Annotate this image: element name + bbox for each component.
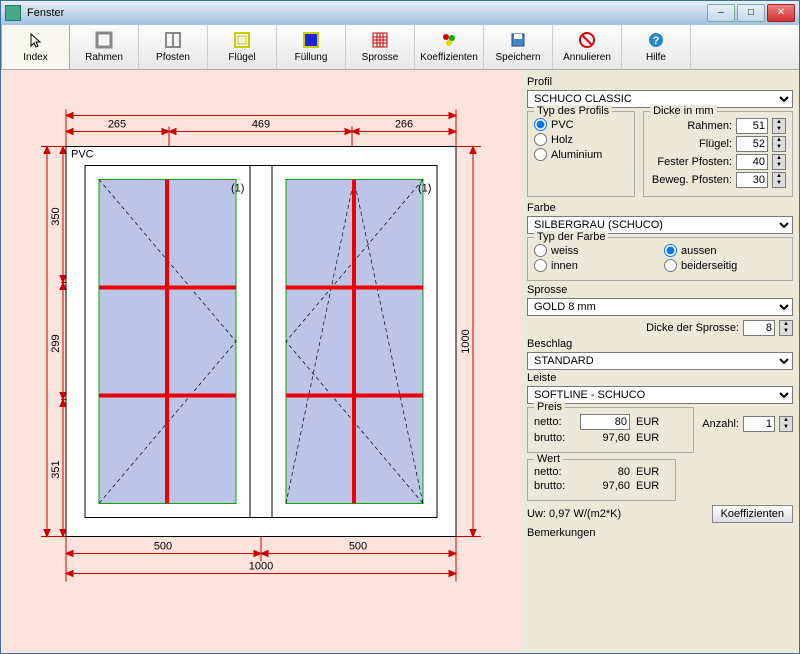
app-window: Fenster – □ ✕ Index Rahmen Pfosten: [0, 0, 800, 654]
window-title: Fenster: [27, 7, 707, 19]
content: 265 469 266 350 299 351: [1, 70, 799, 653]
tool-fuellung[interactable]: Füllung: [277, 25, 346, 69]
spin-anzahl[interactable]: ▲▼: [779, 416, 793, 432]
tool-index[interactable]: Index: [1, 25, 70, 69]
svg-text:500: 500: [349, 541, 367, 553]
dicke-group: Dicke in mm Rahmen:▲▼ Flügel:▲▼ Fester P…: [643, 111, 793, 197]
svg-text:1000: 1000: [249, 561, 273, 573]
beschlag-select[interactable]: STANDARD: [527, 352, 793, 370]
svg-text:?: ?: [653, 35, 660, 47]
window-drawing: 265 469 266 350 299 351: [21, 90, 501, 633]
tool-pfosten[interactable]: Pfosten: [139, 25, 208, 69]
svg-text:469: 469: [252, 119, 270, 131]
spin-rahmen[interactable]: ▲▼: [772, 118, 786, 134]
spin-fester[interactable]: ▲▼: [772, 154, 786, 170]
svg-text:1000: 1000: [460, 329, 472, 353]
dicke-rahmen-input[interactable]: [736, 118, 768, 134]
frame-icon: [94, 30, 114, 50]
profil-label: Profil: [527, 76, 793, 88]
dicke-fester-input[interactable]: [736, 154, 768, 170]
coef-icon: [439, 30, 459, 50]
tool-fluegel[interactable]: Flügel: [208, 25, 277, 69]
maximize-button[interactable]: □: [737, 4, 765, 22]
uw-value: 0,97 W/(m2*K): [549, 508, 621, 520]
tool-speichern[interactable]: Speichern: [484, 25, 553, 69]
cursor-icon: [26, 30, 46, 50]
svg-text:PVC: PVC: [71, 149, 94, 161]
radio-weiss[interactable]: [534, 244, 547, 257]
radio-beiderseitig[interactable]: [664, 259, 677, 272]
radio-holz[interactable]: [534, 133, 547, 146]
cancel-icon: [577, 30, 597, 50]
svg-text:266: 266: [395, 119, 413, 131]
close-button[interactable]: ✕: [767, 4, 795, 22]
svg-text:299: 299: [50, 334, 62, 352]
netto-input[interactable]: [580, 414, 630, 430]
koeffizienten-button[interactable]: Koeffizienten: [712, 505, 793, 523]
spin-beweg[interactable]: ▲▼: [772, 172, 786, 188]
mullion-icon: [163, 30, 183, 50]
muntin-icon: [370, 30, 390, 50]
drawing-canvas[interactable]: 265 469 266 350 299 351: [1, 70, 521, 653]
properties-panel: Profil SCHUCO CLASSIC Typ des Profils PV…: [521, 70, 799, 653]
beschlag-label: Beschlag: [527, 338, 793, 350]
fill-icon: [301, 30, 321, 50]
svg-text:350: 350: [50, 207, 62, 225]
dicke-fluegel-input[interactable]: [736, 136, 768, 152]
main-toolbar: Index Rahmen Pfosten Flügel Füllung: [1, 25, 799, 70]
radio-innen[interactable]: [534, 259, 547, 272]
svg-text:265: 265: [108, 119, 126, 131]
tool-hilfe[interactable]: ? Hilfe: [622, 25, 691, 69]
window-controls: – □ ✕: [707, 4, 795, 22]
tool-sprosse[interactable]: Sprosse: [346, 25, 415, 69]
spin-fluegel[interactable]: ▲▼: [772, 136, 786, 152]
sprosse-dicke-input[interactable]: [743, 320, 775, 336]
svg-text:(1): (1): [418, 183, 431, 195]
dicke-beweg-input[interactable]: [736, 172, 768, 188]
anzahl-input[interactable]: [743, 416, 775, 432]
svg-text:351: 351: [50, 460, 62, 478]
radio-aluminium[interactable]: [534, 148, 547, 161]
tool-annulieren[interactable]: Annulieren: [553, 25, 622, 69]
help-icon: ?: [646, 30, 666, 50]
tool-koeffizienten[interactable]: Koeffizienten: [415, 25, 484, 69]
svg-text:500: 500: [154, 541, 172, 553]
radio-pvc[interactable]: [534, 118, 547, 131]
leiste-label: Leiste: [527, 372, 793, 384]
sash-icon: [232, 30, 252, 50]
minimize-button[interactable]: –: [707, 4, 735, 22]
svg-text:(1): (1): [231, 183, 244, 195]
preis-group: Preis netto:EUR brutto:97,60EUR: [527, 407, 694, 453]
typ-farbe-group: Typ der Farbe weiss innen aussen beiders…: [527, 237, 793, 281]
app-icon: [5, 5, 21, 21]
titlebar: Fenster – □ ✕: [1, 1, 799, 25]
wert-group: Wert netto:80EUR brutto:97,60EUR: [527, 459, 676, 501]
typ-profil-group: Typ des Profils PVC Holz Aluminium: [527, 111, 635, 197]
tool-rahmen[interactable]: Rahmen: [70, 25, 139, 69]
farbe-label: Farbe: [527, 202, 793, 214]
sprosse-select[interactable]: GOLD 8 mm: [527, 298, 793, 316]
save-icon: [508, 30, 528, 50]
sprosse-label: Sprosse: [527, 284, 793, 296]
radio-aussen[interactable]: [664, 244, 677, 257]
bemerkungen-label: Bemerkungen: [527, 527, 793, 539]
spin-sprosse[interactable]: ▲▼: [779, 320, 793, 336]
leiste-select[interactable]: SOFTLINE - SCHUCO: [527, 386, 793, 404]
